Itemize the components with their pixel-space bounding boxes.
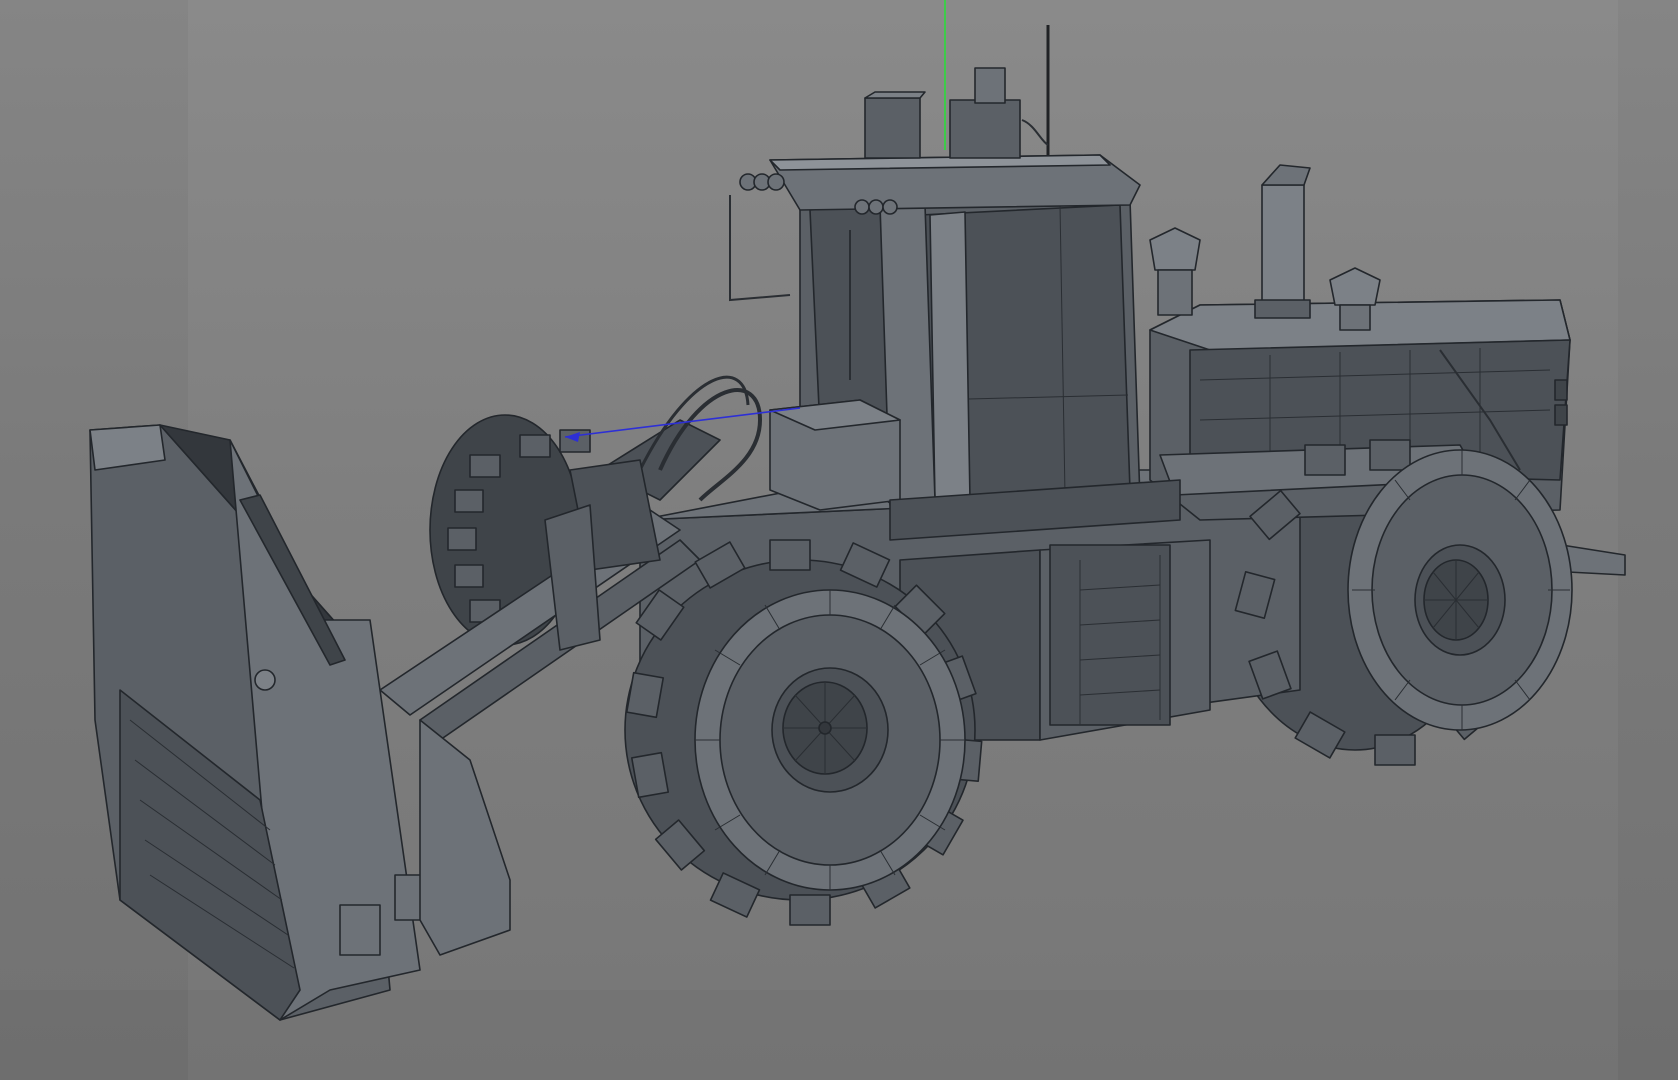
exhaust-stack — [1254, 164, 1311, 319]
3d-viewport[interactable] — [0, 0, 1678, 1080]
compactor-model[interactable] — [0, 0, 1678, 1080]
operator-cab[interactable] — [729, 25, 1181, 541]
access-ladder — [1049, 544, 1171, 726]
